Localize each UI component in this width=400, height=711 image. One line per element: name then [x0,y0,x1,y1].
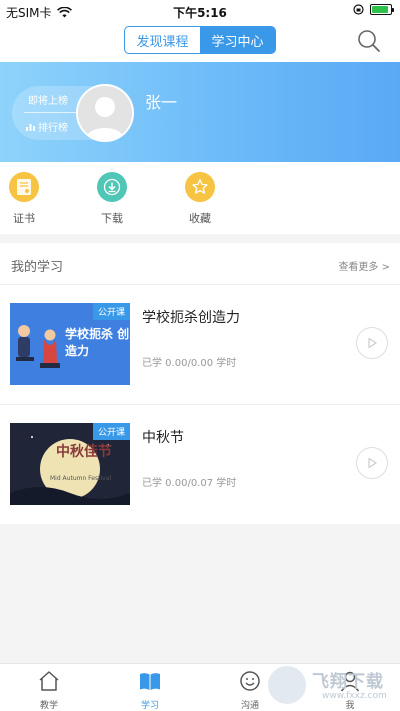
course-progress: 已学 0.00/0.00 学时 [142,358,237,369]
course-progress: 已学 0.00/0.07 学时 [142,478,237,489]
divider [24,112,80,113]
action-certificate[interactable]: 证书 [0,172,54,226]
battery-icon [370,4,394,15]
tab-learning[interactable]: 学习 [120,670,180,711]
default-avatar-icon [78,86,132,140]
action-label: 收藏 [189,212,211,225]
my-learning-section: 我的学习 查看更多 > 公开课 学校扼杀 创造力 学校扼杀创造力 已学 0.00… [0,243,400,524]
status-right [353,4,394,15]
section-header: 我的学习 查看更多 > [0,243,400,285]
search-icon[interactable] [356,28,382,54]
star-icon [185,172,215,202]
user-name: 张一 [145,93,178,112]
chat-icon [240,671,260,691]
tab-label: 学习 [140,701,159,711]
watermark-text: 飞翔下载 [312,672,384,692]
leaderboard-label: 排行榜 [38,123,68,134]
course-item[interactable]: 公开课 中秋佳节 Mid Autumn Festival 中秋节 已学 0.00… [0,405,400,525]
tab-teaching[interactable]: 教学 [19,670,79,711]
certificate-icon [9,172,39,202]
view-more-link[interactable]: 查看更多 > [338,258,390,273]
tab-discover-courses[interactable]: 发现课程 [125,27,200,53]
course-title: 中秋节 [142,430,184,446]
download-icon [97,172,127,202]
bar-chart-icon [26,124,35,131]
action-download[interactable]: 下载 [82,172,142,226]
tab-learning-center[interactable]: 学习中心 [200,27,275,53]
thumbnail-caption: 中秋佳节 [56,444,112,460]
public-course-badge: 公开课 [92,423,130,440]
status-time: 下午5:16 [173,6,227,20]
profile-banner: 即将上榜 排行榜 张一 [0,62,400,162]
watermark: 飞翔下载 www.fxxz.com [266,664,396,706]
segmented-control: 发现课程 学习中心 [124,26,276,54]
course-title: 学校扼杀创造力 [142,310,240,326]
action-label: 证书 [13,212,35,225]
course-thumbnail: 公开课 中秋佳节 Mid Autumn Festival [10,423,130,505]
play-icon[interactable] [356,327,388,359]
action-label: 下载 [101,212,123,225]
course-thumbnail: 公开课 学校扼杀 创造力 [10,303,130,385]
upcoming-rank-label: 即将上榜 [28,96,68,107]
thumbnail-caption: 学校扼杀 创造力 [65,327,130,358]
watermark-logo-icon [266,664,308,706]
nav-bar: 发现课程 学习中心 [0,22,400,62]
tab-label: 教学 [39,701,58,711]
house-icon [39,671,59,691]
play-icon[interactable] [356,447,388,479]
action-favorites[interactable]: 收藏 [170,172,230,226]
section-title: 我的学习 [11,260,64,275]
public-course-badge: 公开课 [92,303,130,320]
avatar[interactable] [76,84,134,142]
course-item[interactable]: 公开课 学校扼杀 创造力 学校扼杀创造力 已学 0.00/0.00 学时 [0,285,400,405]
thumbnail-subcaption: Mid Autumn Festival [50,475,112,482]
book-icon [140,673,160,690]
watermark-url: www.fxxz.com [322,691,387,701]
status-bar: 无SIM卡 下午5:16 [0,0,400,22]
quick-actions: 证书 下载 收藏 [0,162,400,234]
orientation-lock-icon [353,4,364,15]
leaderboard-link[interactable]: 排行榜 [26,119,68,134]
